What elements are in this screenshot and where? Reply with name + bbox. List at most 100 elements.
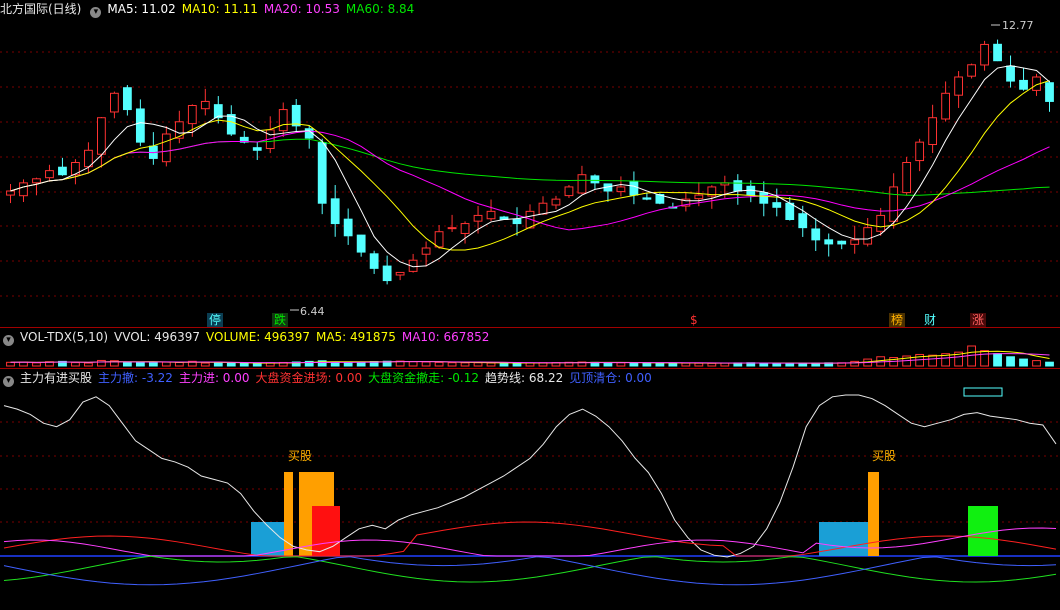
volume-bar xyxy=(707,362,717,367)
volume-bar xyxy=(71,362,80,367)
candle-body xyxy=(915,141,925,162)
candle-body xyxy=(694,194,704,200)
marker-halt[interactable]: 停 xyxy=(207,313,224,327)
market-in-line xyxy=(3,521,1057,557)
volume-bar xyxy=(1019,358,1028,367)
candle-body xyxy=(161,133,171,163)
candle-body xyxy=(174,121,184,139)
candle-body xyxy=(486,210,496,220)
ind-market-in: 大盘资金进场: 0.00 xyxy=(255,371,363,385)
candle-body xyxy=(798,213,808,229)
candle-body xyxy=(616,186,626,193)
volume-bar xyxy=(798,362,808,367)
candle-body xyxy=(19,182,28,197)
buy-signal-label-1: 买股 xyxy=(288,449,313,463)
marker-finance[interactable]: 财 xyxy=(922,313,938,327)
chevron-down-icon[interactable]: ▾ xyxy=(3,376,14,387)
candle-body xyxy=(1006,65,1015,82)
candle-body xyxy=(356,234,366,253)
ma20-value: MA20: 10.53 xyxy=(263,2,340,16)
candle-body xyxy=(629,181,639,196)
market-out-line xyxy=(3,555,1057,583)
volume-bar xyxy=(993,353,1002,367)
trend-line xyxy=(3,394,1057,558)
candle-body xyxy=(395,271,405,276)
candle-body xyxy=(200,100,210,110)
volume-bar xyxy=(421,361,431,367)
marker-rise[interactable]: 涨 xyxy=(970,313,987,327)
volume-bar xyxy=(668,362,678,367)
chart-canvas xyxy=(0,24,1060,586)
volume-bar xyxy=(148,361,158,367)
volume-bar xyxy=(512,362,522,367)
volume-bar xyxy=(447,362,457,367)
volume-bar xyxy=(174,362,184,367)
candle-body xyxy=(1019,79,1028,90)
volume-bar xyxy=(772,362,782,367)
candle-body xyxy=(941,92,951,120)
candle-body xyxy=(447,227,457,230)
volume-bar xyxy=(434,361,444,367)
top-clear-marker xyxy=(963,387,1003,397)
volume-bar xyxy=(161,361,171,367)
candle-body xyxy=(343,218,353,237)
volume-bar xyxy=(213,362,223,367)
volume-bar xyxy=(486,362,496,367)
candle-body xyxy=(980,43,989,66)
candle-body xyxy=(45,170,54,179)
candle-body xyxy=(811,228,821,241)
candle-body xyxy=(32,178,41,184)
candle-body xyxy=(577,174,587,194)
chevron-down-icon[interactable]: ▾ xyxy=(90,7,102,18)
candle-body xyxy=(58,166,67,176)
volume-bar xyxy=(681,362,691,367)
ma10-value: MA10: 11.11 xyxy=(181,2,258,16)
volume-bar xyxy=(408,361,418,367)
candle-body xyxy=(122,87,132,111)
stock-name: 北方国际(日线) xyxy=(0,2,82,16)
candle-body xyxy=(97,117,106,155)
volume-bar xyxy=(1006,356,1015,367)
volume-bar xyxy=(122,361,132,367)
ind-market-out: 大盘资金撤走: -0.12 xyxy=(368,371,480,385)
volume-indicator-name: VOL-TDX(5,10) xyxy=(20,330,109,344)
volume-bar xyxy=(343,361,353,367)
candle-body xyxy=(252,147,262,151)
volume-bar xyxy=(239,362,249,367)
indicator-panel-header: ▾ 主力有进买股 主力撤: -3.22 主力进: 0.00 大盘资金进场: 0.00 大盘… xyxy=(0,369,658,387)
marker-fall[interactable]: 跌 xyxy=(272,313,289,327)
market-in-block xyxy=(312,506,340,556)
volume-bar xyxy=(642,362,652,367)
volume-bar xyxy=(629,362,639,367)
volume-bar xyxy=(655,362,665,367)
low-price-label: 6.44 xyxy=(300,305,325,318)
candle-body xyxy=(850,239,860,245)
volume-bar xyxy=(135,362,145,367)
chevron-down-icon[interactable]: ▾ xyxy=(3,335,14,346)
candle-body xyxy=(876,214,886,232)
candle-body xyxy=(434,231,444,248)
candle-body xyxy=(928,117,938,146)
indicator-name: 主力有进买股 xyxy=(20,371,93,385)
ind-top-clear: 见顶清仓: 0.00 xyxy=(569,371,652,385)
marker-board[interactable]: 榜 xyxy=(889,313,906,327)
candle-body xyxy=(226,114,236,135)
volume-bar xyxy=(980,350,989,367)
volume-bar xyxy=(1032,360,1041,367)
volume-bar xyxy=(785,362,795,367)
candle-body xyxy=(330,198,340,225)
candle-body xyxy=(889,186,899,222)
volume-bar xyxy=(616,362,626,367)
ma60-value: MA60: 8.84 xyxy=(345,2,415,16)
volume-bar xyxy=(499,362,509,367)
candle-body xyxy=(473,214,483,222)
volume-bar xyxy=(694,362,704,367)
volume-bar xyxy=(200,362,210,367)
marker-dollar[interactable]: $ xyxy=(688,313,700,327)
candle-body xyxy=(135,108,145,143)
volume-bar xyxy=(460,362,470,367)
candle-body xyxy=(109,92,119,113)
candle-body xyxy=(967,64,976,77)
candle-body xyxy=(733,180,743,192)
candle-body xyxy=(759,192,769,204)
